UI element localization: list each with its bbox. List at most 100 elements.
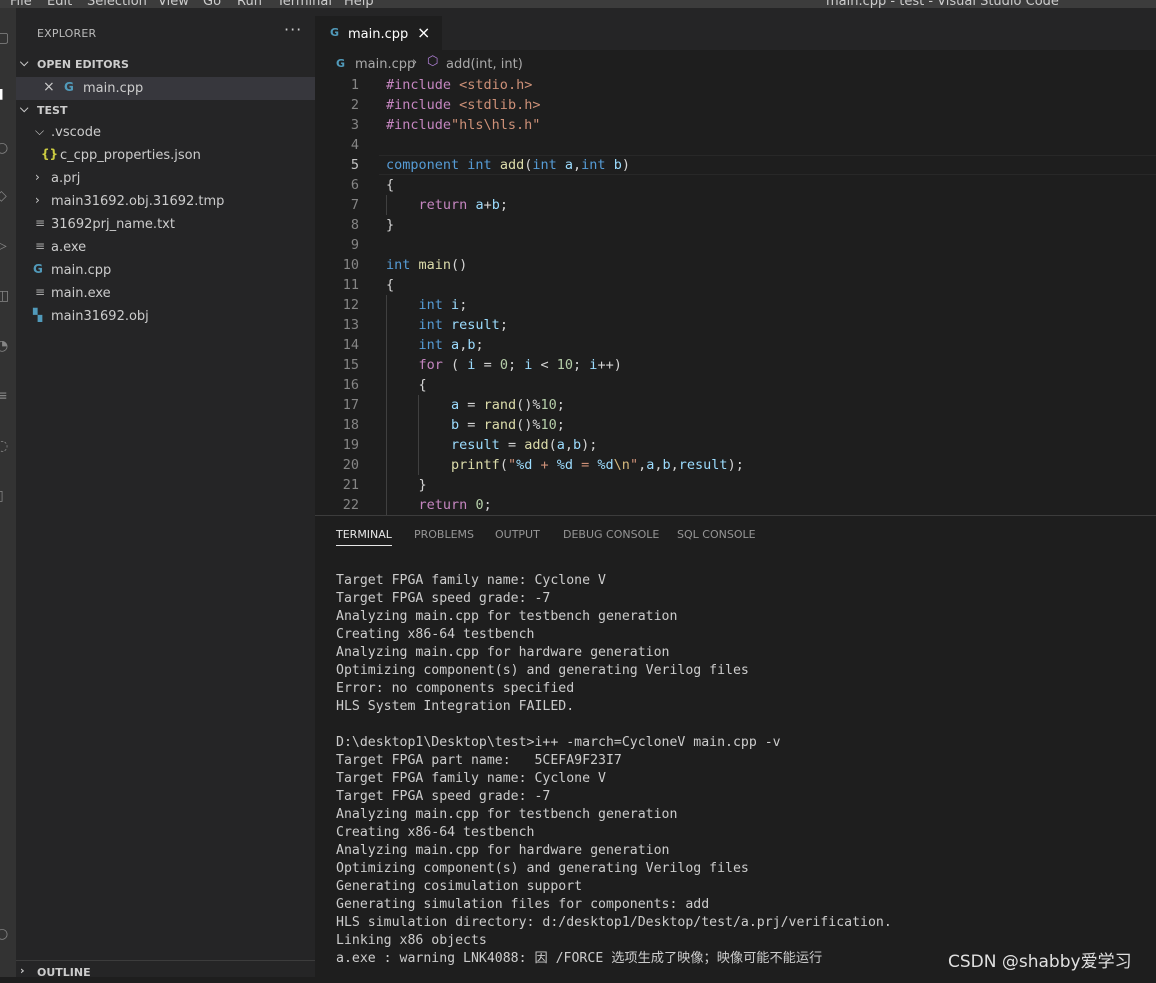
tab-problems[interactable]: PROBLEMS [414,528,474,541]
code-line: 12 int i; [342,297,468,313]
binary-file-icon: ▚ [33,308,43,322]
breadcrumb-symbol[interactable]: add(int, int) [446,57,523,72]
menu-help[interactable]: Help [344,0,374,8]
text-file-icon: ≡ [35,285,46,299]
terminal-line: Optimizing component(s) and generating V… [336,861,749,876]
tab-debug-console[interactable]: DEBUG CONSOLE [563,528,659,541]
bottom-panel: TERMINAL PROBLEMS OUTPUT DEBUG CONSOLE S… [315,515,1156,978]
tree-item-c-cpp-properties[interactable]: {} c_cpp_properties.json [16,144,315,167]
terminal-line: Generating cosimulation support [336,879,583,894]
terminal-line: Target FPGA family name: Cyclone V [336,573,606,588]
window-title: main.cpp - test - Visual Studio Code [826,0,1059,8]
terminal-line: Generating simulation files for componen… [336,897,710,912]
code-line: 7 return a+b; [350,197,508,213]
tree-item-obj-tmp[interactable]: › main31692.obj.31692.tmp [16,190,315,213]
tree-item-vscode[interactable]: ⌵ .vscode [16,121,315,144]
breadcrumb: G main.cpp › ⬡ add(int, int) [315,52,1156,74]
extensions-icon[interactable]: ◔ [0,338,12,354]
menu-selection[interactable]: Selection [87,0,147,8]
code-line: 18 b = rand()%10; [342,417,565,433]
terminal-line: Creating x86-64 testbench [336,627,535,642]
tab-terminal[interactable]: TERMINAL [336,528,392,546]
account-icon[interactable]: ○ [0,926,12,942]
menu-run[interactable]: Run [237,0,262,8]
code-line: 6{ [350,177,395,193]
folder-header-test[interactable]: ⌵ TEST [16,99,315,121]
terminal-line: Target FPGA speed grade: -7 [336,789,551,804]
code-editor[interactable]: 1 #include <stdio.h> 2 #include <stdlib.h>… [315,75,1156,515]
files-icon[interactable]: ▮ [0,86,12,102]
code-line: 20 printf("%d + %d = %d\n",a,b,result); [342,457,744,473]
chevron-right-icon: › [20,964,25,977]
tree-item-main-exe[interactable]: ≡ main.exe [16,282,315,305]
terminal-line: HLS System Integration FAILED. [336,699,575,714]
search-icon[interactable]: ○ [0,140,12,156]
explorer-icon[interactable]: ▢ [0,30,12,46]
chevron-down-icon: ⌵ [35,124,45,138]
run-debug-icon[interactable]: ▷ [0,238,12,254]
terminal-line: Analyzing main.cpp for testbench generat… [336,807,678,822]
terminal-line: D:\desktop1\Desktop\test>i++ -march=Cycl… [336,735,781,750]
tab-label: main.cpp [348,27,409,42]
tree-item-prj-name-txt[interactable]: ≡ 31692prj_name.txt [16,213,315,236]
open-editors-header[interactable]: ⌵ OPEN EDITORS [16,53,315,75]
chevron-right-icon: › [35,170,40,184]
tab-sql-console[interactable]: SQL CONSOLE [677,528,756,541]
testing-icon[interactable]: ≡ [0,388,12,404]
editor-tab-bar: G main.cpp × [315,8,1156,50]
terminal-output[interactable]: Target FPGA family name: Cyclone V Targe… [336,572,1156,968]
terminal-line: Analyzing main.cpp for testbench generat… [336,609,678,624]
code-line: 2 #include <stdlib.h> [350,97,541,113]
open-editor-item[interactable]: × G main.cpp [16,77,315,100]
breadcrumb-file[interactable]: main.cpp [355,57,415,72]
code-line: 5 component int add(int a,int b) [350,157,630,173]
more-actions-icon[interactable]: ··· [284,20,302,39]
activity-bar: ▢ ▮ ○ ◇ ▷ ◫ ◔ ≡ ◌ ▯ ○ [0,8,16,977]
tree-item-a-exe[interactable]: ≡ a.exe [16,236,315,259]
code-line: 1 #include <stdio.h> [350,77,533,93]
tree-item-main-obj[interactable]: ▚ main31692.obj [16,305,315,328]
terminal-line: Analyzing main.cpp for hardware generati… [336,645,670,660]
explorer-sidebar: EXPLORER ··· ⌵ OPEN EDITORS × G main.cpp… [16,8,315,979]
remote-icon[interactable]: ◫ [0,288,12,304]
function-symbol-icon: ⬡ [427,54,439,69]
menu-go[interactable]: Go [203,0,221,8]
terminal-line: Creating x86-64 testbench [336,825,535,840]
watermark-text: CSDN @shabby爱学习 [948,952,1132,972]
code-line: 19 result = add(a,b); [342,437,598,453]
json-file-icon: {} [41,147,59,161]
open-editor-label: main.cpp [83,81,144,96]
cpp-file-icon: G [64,80,74,94]
tree-item-a-prj[interactable]: › a.prj [16,167,315,190]
code-line: 10 int main() [342,257,468,273]
menu-view[interactable]: View [158,0,189,8]
explorer-title: EXPLORER [37,27,97,40]
outline-header[interactable]: › OUTLINE [16,960,315,983]
tab-main-cpp[interactable]: G main.cpp × [315,16,442,50]
code-line: 14 int a,b; [342,337,484,353]
menu-terminal[interactable]: Terminal [277,0,332,8]
code-line: 17 a = rand()%10; [342,397,565,413]
cpp-file-icon: G [330,26,340,39]
cpp-file-icon: G [33,262,43,276]
code-line: 22 return 0; [342,497,492,513]
tree-item-main-cpp[interactable]: G main.cpp [16,259,315,282]
database-icon[interactable]: ▯ [0,488,12,504]
source-control-icon[interactable]: ◇ [0,188,12,204]
tab-output[interactable]: OUTPUT [495,528,540,541]
code-line: 16 { [342,377,427,393]
menu-edit[interactable]: Edit [47,0,72,8]
terminal-line: Optimizing component(s) and generating V… [336,663,749,678]
docker-icon[interactable]: ◌ [0,438,12,454]
menu-file[interactable]: File [10,0,32,8]
terminal-line: Analyzing main.cpp for hardware generati… [336,843,670,858]
close-icon[interactable]: × [43,79,55,95]
chevron-right-icon: › [35,193,40,207]
code-line: 8} [350,217,395,233]
code-line: 21 } [342,477,427,493]
terminal-line: HLS simulation directory: d:/desktop1/De… [336,915,892,930]
chevron-down-icon: ⌵ [20,102,29,115]
chevron-down-icon: ⌵ [20,56,29,69]
menu-bar: File Edit Selection View Go Run Terminal… [0,0,1156,8]
close-icon[interactable]: × [417,23,430,42]
